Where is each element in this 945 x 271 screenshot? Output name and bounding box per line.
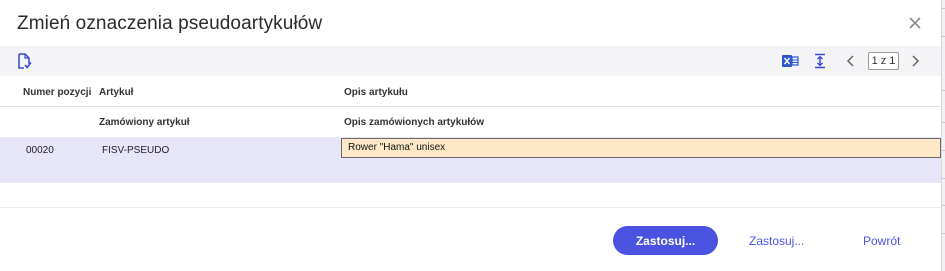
toolbar (0, 46, 941, 76)
background-window-edge (941, 0, 945, 271)
fit-height-icon[interactable] (811, 52, 829, 70)
dialog-title: Zmień oznaczenia pseudoartykułów (17, 13, 323, 34)
apply-secondary-button[interactable]: Zastosuj... (749, 226, 804, 255)
excel-export-icon[interactable] (781, 52, 799, 70)
header-ordered-articles-description[interactable]: Opis zamówionych artykułów (344, 117, 484, 128)
page-indicator: 1 z 1 (868, 52, 899, 70)
dialog: Zmień oznaczenia pseudoartykułów 1 z 1 N… (0, 0, 941, 271)
back-button[interactable]: Powrót (863, 226, 900, 255)
table-header-row-2: Zamówiony artykuł Opis zamówionych artyk… (0, 107, 941, 137)
header-article[interactable]: Artykuł (99, 87, 133, 98)
footer-divider (0, 207, 941, 208)
cell-item-number: 00020 (26, 145, 54, 156)
table-header-row-1: Numer pozycji Artykuł Opis artykułu (0, 77, 941, 107)
header-article-description[interactable]: Opis artykułu (344, 87, 408, 98)
table-row[interactable]: 00020 FISV-PSEUDO Rower "Hama" unisex (0, 137, 941, 183)
header-ordered-article[interactable]: Zamówiony artykuł (99, 117, 190, 128)
chevron-left-icon[interactable] (842, 52, 860, 70)
cell-ordered-article: FISV-PSEUDO (102, 145, 170, 156)
ordered-description-field[interactable]: Rower "Hama" unisex (341, 138, 941, 158)
chevron-right-icon[interactable] (906, 52, 924, 70)
apply-button[interactable]: Zastosuj... (613, 226, 718, 255)
close-icon[interactable] (906, 14, 924, 32)
header-item-number[interactable]: Numer pozycji (23, 87, 91, 98)
document-check-icon[interactable] (15, 52, 33, 70)
